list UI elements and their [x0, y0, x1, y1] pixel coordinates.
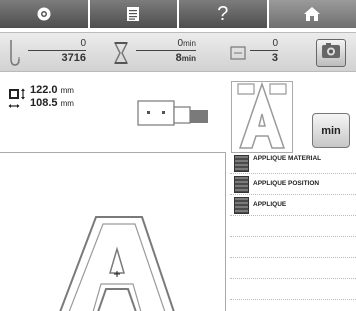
color-label: APPLIQUE — [253, 201, 287, 208]
stitch-total: 3716 — [61, 52, 86, 64]
empty-color-row — [230, 216, 356, 237]
home-tab[interactable] — [268, 0, 356, 28]
color-row[interactable]: APPLIQUE MATERIAL — [230, 153, 356, 174]
stitch-counter: 0 3716 — [6, 36, 88, 70]
embroidery-area[interactable] — [0, 152, 226, 311]
color-current: 0 — [250, 37, 278, 51]
thread-spool-icon — [230, 46, 246, 65]
empty-color-row — [230, 279, 356, 300]
hourglass-icon — [113, 42, 129, 69]
color-total: 3 — [271, 52, 278, 64]
help-icon: ? — [217, 3, 229, 25]
document-tab[interactable] — [89, 0, 177, 28]
time-counter: 0min 8min — [112, 36, 202, 70]
time-total-unit: min — [181, 54, 196, 63]
width-value: 108.5 — [30, 97, 58, 109]
top-tab-bar: ? — [0, 0, 356, 28]
color-row[interactable]: APPLIQUE POSITION — [230, 174, 356, 195]
height-dimension-icon — [8, 88, 26, 115]
pattern-preview — [231, 81, 293, 153]
camera-view-button[interactable] — [316, 39, 346, 67]
embroidery-letter-a — [59, 216, 175, 311]
preview-letter-a — [237, 81, 287, 149]
thread-swatch — [234, 176, 249, 193]
sewing-counters-bar: 0 3716 0min 8min 0 3 — [0, 32, 356, 72]
thread-swatch — [234, 155, 249, 172]
home-icon — [303, 6, 321, 22]
height-value: 122.0 — [30, 84, 58, 96]
settings-tab[interactable] — [0, 0, 88, 28]
color-label: APPLIQUE MATERIAL — [253, 155, 322, 162]
gear-icon — [36, 6, 52, 22]
width-unit: mm — [60, 99, 74, 108]
thread-color-list: APPLIQUE MATERIAL APPLIQUE POSITION APPL… — [230, 153, 356, 311]
needle-icon — [8, 39, 22, 72]
thread-swatch — [234, 197, 249, 214]
color-row[interactable]: APPLIQUE — [230, 195, 356, 216]
document-icon — [126, 6, 140, 22]
color-counter: 0 3 — [228, 36, 288, 70]
min-button[interactable]: min — [312, 113, 350, 148]
height-unit: mm — [60, 86, 74, 95]
time-current-unit: min — [183, 39, 196, 48]
empty-color-row — [230, 258, 356, 279]
empty-color-row — [230, 237, 356, 258]
camera-icon — [321, 42, 341, 65]
stitch-current: 0 — [28, 37, 86, 51]
color-label: APPLIQUE POSITION — [253, 180, 320, 187]
help-tab[interactable]: ? — [179, 0, 267, 28]
embroidery-frame-icon — [137, 98, 211, 128]
